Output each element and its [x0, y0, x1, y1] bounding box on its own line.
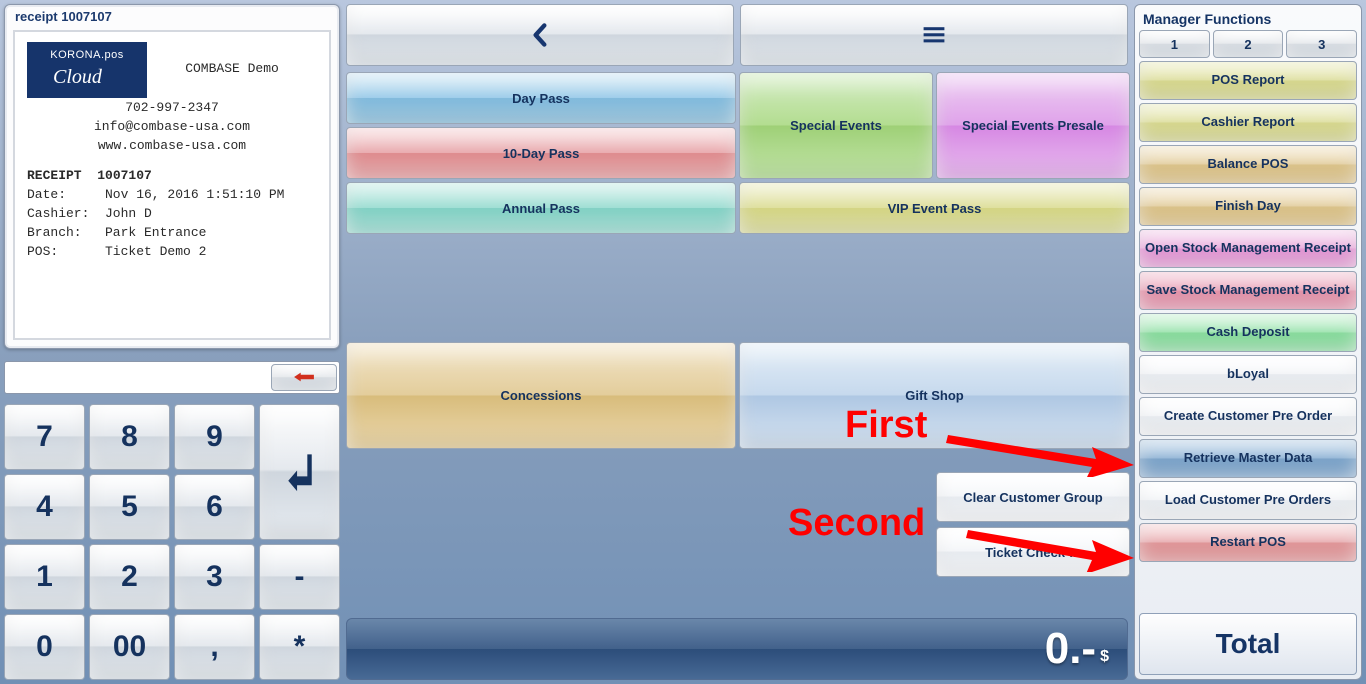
manager-btn-retrieve-master-data[interactable]: Retrieve Master Data: [1139, 439, 1357, 478]
hamburger-icon: [921, 22, 947, 48]
manager-btn-balance-pos[interactable]: Balance POS: [1139, 145, 1357, 184]
key-5[interactable]: 5: [89, 474, 170, 540]
manager-panel: Manager Functions 1 2 3 POS ReportCashie…: [1134, 4, 1362, 680]
tile-concessions[interactable]: Concessions: [346, 342, 736, 449]
manager-tab-2[interactable]: 2: [1213, 30, 1284, 58]
key-dash[interactable]: -: [259, 544, 340, 610]
receipt-row: Cashier:John D: [27, 205, 317, 224]
key-2[interactable]: 2: [89, 544, 170, 610]
tile-vip-pass[interactable]: VIP Event Pass: [739, 182, 1130, 234]
key-star[interactable]: *: [259, 614, 340, 680]
manager-btn-pos-report[interactable]: POS Report: [1139, 61, 1357, 100]
tile-day-pass[interactable]: Day Pass: [346, 72, 736, 124]
manager-btn-create-customer-pre-order[interactable]: Create Customer Pre Order: [1139, 397, 1357, 436]
numeric-keypad: 7 8 9 4 5 6 1 2 3 - 0 00 , *: [4, 404, 340, 680]
manager-btn-load-customer-pre-orders[interactable]: Load Customer Pre Orders: [1139, 481, 1357, 520]
key-4[interactable]: 4: [4, 474, 85, 540]
receipt-phone: 702-997-2347: [27, 99, 317, 118]
manager-btn-cashier-report[interactable]: Cashier Report: [1139, 103, 1357, 142]
input-back-button[interactable]: [271, 364, 337, 391]
manager-tabs: 1 2 3: [1139, 30, 1357, 58]
manager-btn-cash-deposit[interactable]: Cash Deposit: [1139, 313, 1357, 352]
key-comma[interactable]: ,: [174, 614, 255, 680]
tile-clear-customer-group[interactable]: Clear Customer Group: [936, 472, 1130, 522]
key-8[interactable]: 8: [89, 404, 170, 470]
manager-btn-save-stock-management-receipt[interactable]: Save Stock Management Receipt: [1139, 271, 1357, 310]
key-enter[interactable]: [259, 404, 340, 540]
total-display: 0.-$: [346, 618, 1128, 680]
tile-special-presale[interactable]: Special Events Presale: [936, 72, 1130, 179]
key-9[interactable]: 9: [174, 404, 255, 470]
nav-menu-button[interactable]: [740, 4, 1128, 66]
tile-special-events[interactable]: Special Events: [739, 72, 933, 179]
key-1[interactable]: 1: [4, 544, 85, 610]
manager-btn-bloyal[interactable]: bLoyal: [1139, 355, 1357, 394]
manager-btn-finish-day[interactable]: Finish Day: [1139, 187, 1357, 226]
key-00[interactable]: 00: [89, 614, 170, 680]
chevron-left-icon: [527, 22, 553, 48]
receipt-email: info@combase-usa.com: [27, 118, 317, 137]
manager-btn-open-stock-management-receipt[interactable]: Open Stock Management Receipt: [1139, 229, 1357, 268]
receipt-header: receipt 1007107: [5, 5, 339, 26]
product-grid: Day Pass 10-Day Pass Annual Pass Special…: [346, 72, 1128, 612]
barcode-input-bar: [4, 361, 340, 394]
receipt-panel: receipt 1007107 KORONA.pos Cloud COMBASE…: [4, 4, 340, 349]
tile-gift-shop[interactable]: Gift Shop: [739, 342, 1130, 449]
key-0[interactable]: 0: [4, 614, 85, 680]
arrow-left-icon: [293, 370, 315, 384]
receipt-row: Date:Nov 16, 2016 1:51:10 PM: [27, 186, 317, 205]
receipt-number-line: RECEIPT 1007107: [27, 167, 317, 186]
key-3[interactable]: 3: [174, 544, 255, 610]
total-button[interactable]: Total: [1139, 613, 1357, 675]
receipt-row: Branch:Park Entrance: [27, 224, 317, 243]
tile-annual-pass[interactable]: Annual Pass: [346, 182, 736, 234]
annotation-second: Second: [788, 502, 925, 545]
tile-10day-pass[interactable]: 10-Day Pass: [346, 127, 736, 179]
receipt-company: COMBASE Demo: [147, 60, 317, 79]
receipt-row: POS:Ticket Demo 2: [27, 243, 317, 262]
receipt-web: www.combase-usa.com: [27, 137, 317, 156]
manager-title: Manager Functions: [1139, 9, 1357, 27]
manager-tab-1[interactable]: 1: [1139, 30, 1210, 58]
tile-ticket-checkin[interactable]: Ticket Check-In: [936, 527, 1130, 577]
manager-tab-3[interactable]: 3: [1286, 30, 1357, 58]
receipt-paper: KORONA.pos Cloud COMBASE Demo 702-997-23…: [13, 30, 331, 340]
nav-back-button[interactable]: [346, 4, 734, 66]
key-6[interactable]: 6: [174, 474, 255, 540]
barcode-input[interactable]: [7, 364, 269, 391]
enter-icon: [285, 450, 315, 494]
key-7[interactable]: 7: [4, 404, 85, 470]
manager-btn-restart-pos[interactable]: Restart POS: [1139, 523, 1357, 562]
manager-button-list: POS ReportCashier ReportBalance POSFinis…: [1139, 61, 1357, 606]
